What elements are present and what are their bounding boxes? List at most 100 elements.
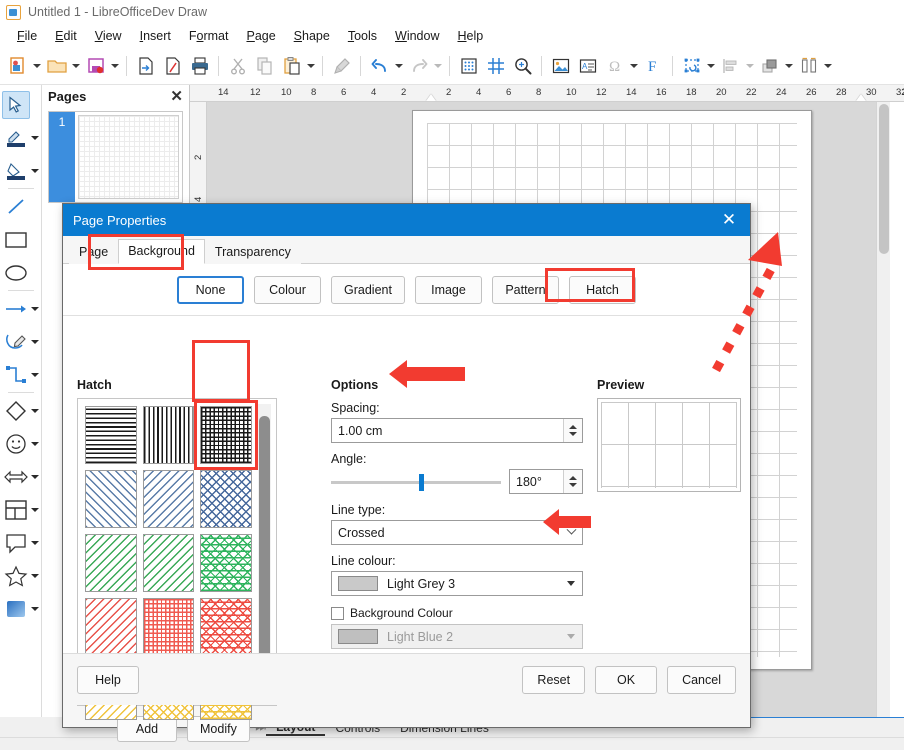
cut-icon[interactable]	[224, 52, 251, 80]
menu-item-tools[interactable]: Tools	[339, 27, 386, 45]
hatch-swatch[interactable]	[85, 534, 137, 592]
hatch-swatch[interactable]	[142, 406, 195, 464]
curves-and-polygons-icon[interactable]	[2, 328, 30, 356]
connectors-dropdown[interactable]	[30, 372, 41, 377]
open-icon[interactable]	[43, 52, 70, 80]
block-arrows-icon[interactable]	[2, 463, 30, 491]
stars-icon[interactable]	[2, 562, 30, 590]
redo-icon[interactable]	[405, 52, 432, 80]
symbol-shapes-dropdown[interactable]	[30, 441, 41, 446]
insert-special-character-icon[interactable]: Ω	[601, 52, 628, 80]
paste-dropdown[interactable]	[305, 52, 317, 80]
tool-fill-color[interactable]	[0, 154, 42, 187]
tool-select[interactable]	[0, 88, 42, 121]
open-dropdown[interactable]	[70, 52, 82, 80]
menu-item-file[interactable]: File	[8, 27, 46, 45]
symbol-shapes-icon[interactable]	[2, 430, 30, 458]
transformations-icon[interactable]	[678, 52, 705, 80]
basic-shapes-icon[interactable]	[2, 397, 30, 425]
fill-type-image-button[interactable]: Image	[414, 276, 482, 304]
slider-knob[interactable]	[419, 473, 425, 491]
horizontal-ruler[interactable]: 1412108642246810121416182022242628303234	[190, 85, 904, 102]
tool-symbol-shapes[interactable]	[0, 427, 42, 460]
ruler-margin-marker[interactable]	[856, 94, 866, 101]
spacing-spinner[interactable]: 1.00 cm	[331, 418, 583, 443]
spacing-value[interactable]: 1.00 cm	[332, 424, 563, 438]
export-icon[interactable]	[132, 52, 159, 80]
tool-line-color[interactable]	[0, 121, 42, 154]
ruler-margin-marker[interactable]	[426, 94, 436, 101]
export-pdf-icon[interactable]	[159, 52, 186, 80]
arrange-icon[interactable]	[756, 52, 783, 80]
3d-objects-icon[interactable]	[2, 595, 30, 623]
display-grid-icon[interactable]	[455, 52, 482, 80]
line-colour-dropdown[interactable]: Light Grey 3	[331, 571, 583, 596]
menu-item-insert[interactable]: Insert	[131, 27, 180, 45]
new-document-icon[interactable]	[4, 52, 31, 80]
tool-stars[interactable]	[0, 559, 42, 592]
spacing-stepper[interactable]	[563, 419, 582, 442]
helplines-icon[interactable]	[482, 52, 509, 80]
tool-connectors[interactable]	[0, 358, 42, 391]
select-icon[interactable]	[1, 90, 30, 119]
hatch-swatch[interactable]	[142, 470, 195, 528]
connectors-icon[interactable]	[2, 361, 30, 389]
tool-3d-objects[interactable]	[0, 592, 42, 625]
angle-slider[interactable]	[331, 471, 501, 493]
undo-dropdown[interactable]	[393, 52, 405, 80]
distribute-dropdown[interactable]	[822, 52, 834, 80]
align-objects-dropdown[interactable]	[744, 52, 756, 80]
hatch-swatch[interactable]	[194, 400, 258, 470]
page-list-item[interactable]: 1	[48, 111, 183, 203]
insert-line-icon[interactable]	[2, 193, 30, 221]
tool-callouts[interactable]	[0, 526, 42, 559]
page-thumbnail[interactable]	[78, 115, 179, 199]
special-character-dropdown[interactable]	[628, 52, 640, 80]
line-type-dropdown[interactable]: Crossed	[331, 520, 583, 545]
hatch-swatch[interactable]	[85, 406, 137, 464]
menu-item-format[interactable]: Format	[180, 27, 238, 45]
help-button[interactable]: Help	[77, 665, 139, 694]
new-document-dropdown[interactable]	[31, 52, 43, 80]
align-objects-icon[interactable]	[717, 52, 744, 80]
tool-ellipse[interactable]	[0, 256, 42, 289]
print-icon[interactable]	[186, 52, 213, 80]
block-arrows-dropdown[interactable]	[30, 474, 41, 479]
insert-image-icon[interactable]	[547, 52, 574, 80]
tool-curves-and-polygons[interactable]	[0, 325, 42, 358]
tab-background[interactable]: Background	[118, 239, 205, 264]
tool-basic-shapes[interactable]	[0, 394, 42, 427]
insert-fontwork-icon[interactable]: F	[640, 52, 667, 80]
callout-shapes-icon[interactable]	[2, 529, 30, 557]
angle-value[interactable]: 180°	[510, 475, 563, 489]
lines-and-arrows-dropdown[interactable]	[30, 306, 41, 311]
3d-objects-dropdown[interactable]	[30, 606, 41, 611]
menu-item-shape[interactable]: Shape	[285, 27, 339, 45]
lines-and-arrows-icon[interactable]	[2, 295, 30, 323]
fill-color-dropdown[interactable]	[30, 168, 41, 173]
hatch-swatch[interactable]	[200, 598, 252, 656]
angle-spinner[interactable]: 180°	[509, 469, 583, 494]
callouts-dropdown[interactable]	[30, 540, 41, 545]
tab-transparency[interactable]: Transparency	[204, 240, 301, 264]
menu-item-page[interactable]: Page	[237, 27, 284, 45]
chevron-down-icon[interactable]	[560, 581, 582, 586]
reset-button[interactable]: Reset	[522, 665, 586, 694]
background-colour-checkbox-row[interactable]: Background Colour	[331, 606, 583, 620]
save-icon[interactable]	[82, 52, 109, 80]
tool-lines-and-arrows[interactable]	[0, 292, 42, 325]
menu-item-edit[interactable]: Edit	[46, 27, 86, 45]
tab-page[interactable]: Page	[69, 240, 119, 264]
clone-formatting-icon[interactable]	[328, 52, 355, 80]
curves-dropdown[interactable]	[30, 339, 41, 344]
fill-type-hatch-button[interactable]: Hatch	[568, 276, 636, 304]
flowchart-icon[interactable]	[2, 496, 30, 524]
close-icon[interactable]: ✕	[708, 204, 750, 236]
copy-icon[interactable]	[251, 52, 278, 80]
transformations-dropdown[interactable]	[705, 52, 717, 80]
line-color-icon[interactable]	[2, 124, 30, 152]
menu-item-view[interactable]: View	[86, 27, 131, 45]
vertical-scrollbar[interactable]	[876, 102, 890, 717]
insert-text-box-icon[interactable]: A	[574, 52, 601, 80]
menu-item-help[interactable]: Help	[449, 27, 493, 45]
